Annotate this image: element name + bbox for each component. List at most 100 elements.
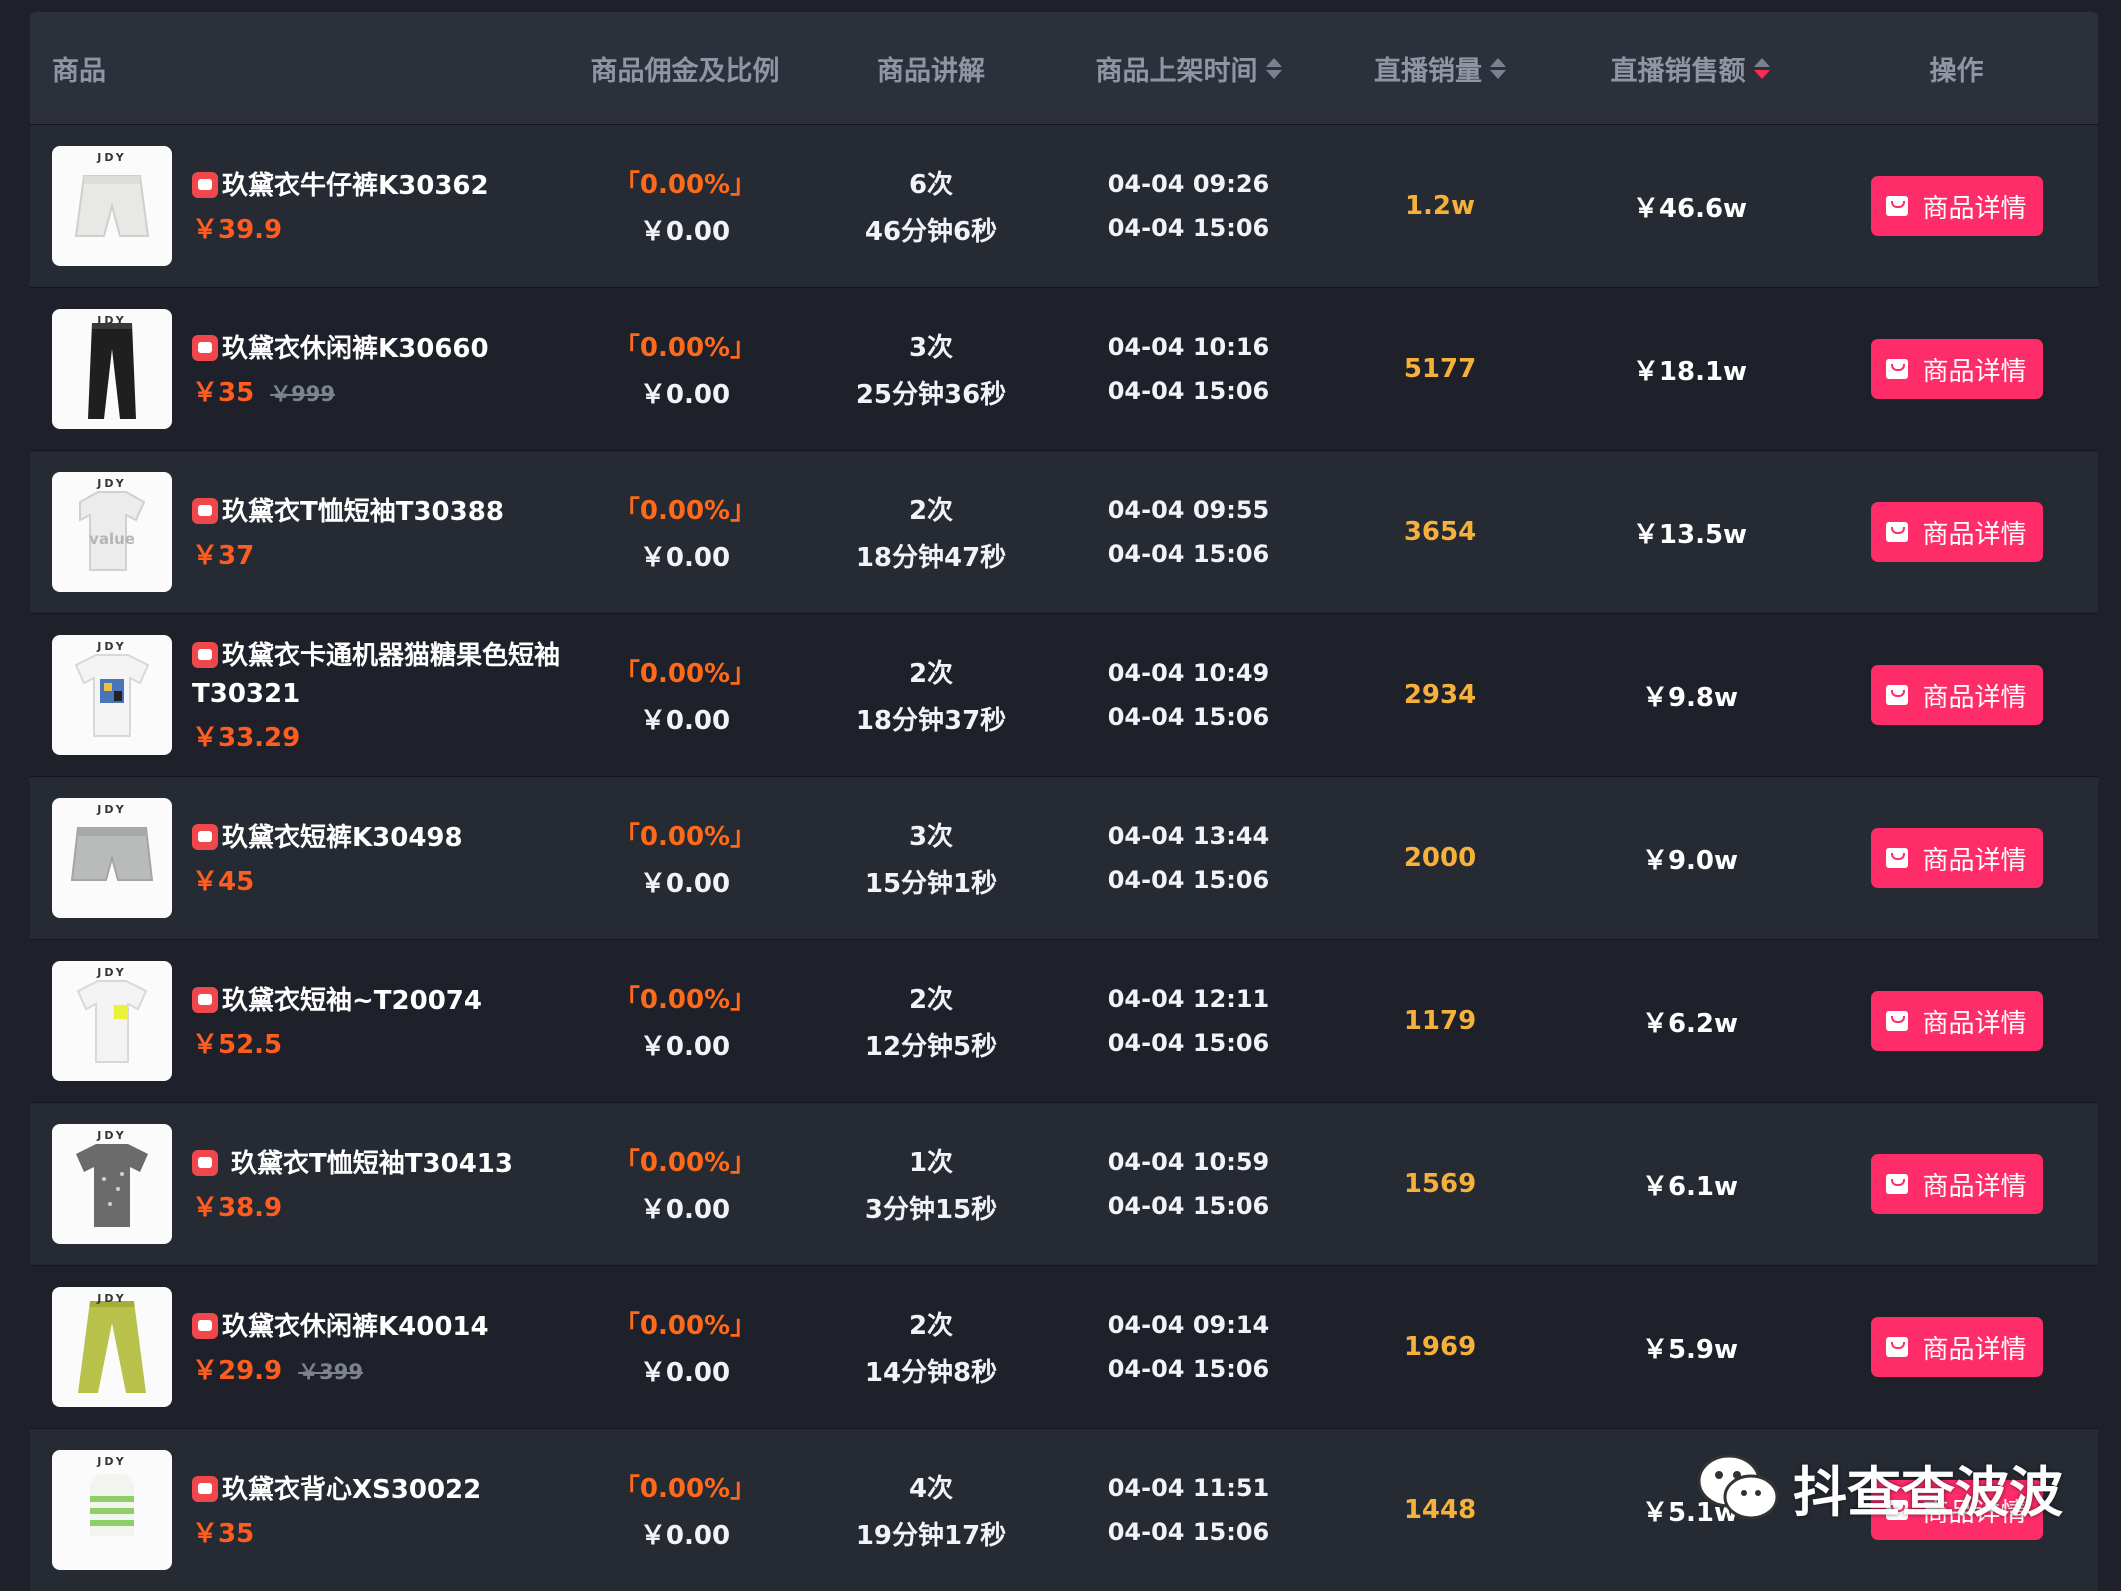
product-name[interactable]: 玖黛衣短裤K30498 (192, 819, 562, 857)
header-live-sales-label: 直播销量 (1374, 55, 1482, 87)
commission-rate: 「0.00%」 (613, 822, 757, 852)
live-amount-value: ￥9.8w (1641, 682, 1739, 713)
sales-cell: 1448 (1315, 1495, 1565, 1525)
commission-rate: 「0.00%」 (613, 333, 757, 363)
explain-duration: 3分钟15秒 (864, 1195, 998, 1225)
product-thumbnail[interactable]: JDY (52, 1287, 172, 1407)
commission-value: ￥0.00 (639, 217, 731, 247)
amount-cell: ￥9.8w (1565, 677, 1815, 714)
header-live-amount[interactable]: 直播销售额 (1565, 49, 1815, 88)
product-detail-button[interactable]: 商品详情 (1870, 991, 2043, 1051)
product-cell: JDY 玖黛衣休闲裤K30660 ￥35 ￥999 (30, 309, 570, 429)
operation-cell: 商品详情 (1815, 991, 2098, 1051)
product-thumbnail[interactable]: value JDY (52, 472, 172, 592)
product-name[interactable]: 玖黛衣牛仔裤K30362 (192, 167, 562, 205)
product-image (78, 1301, 146, 1393)
explain-duration: 18分钟37秒 (855, 706, 1007, 736)
sales-cell: 1179 (1315, 1006, 1565, 1036)
header-explain: 商品讲解 (877, 55, 985, 87)
sort-icon[interactable] (1265, 57, 1282, 79)
product-name[interactable]: 玖黛衣短袖~T20074 (192, 982, 562, 1020)
product-thumbnail[interactable]: JDY (52, 1124, 172, 1244)
product-cell: JDY 玖黛衣牛仔裤K30362 ￥39.9 (30, 146, 570, 266)
product-detail-label: 商品详情 (1922, 1171, 2027, 1202)
listing-start-time: 04-04 09:14 (1107, 1311, 1270, 1339)
explain-cell: 2次 14分钟8秒 (800, 1305, 1062, 1389)
time-cell: 04-04 11:51 04-04 15:06 (1062, 1474, 1315, 1546)
product-detail-button[interactable]: 商品详情 (1870, 828, 2043, 888)
table-row: JDY 玖黛衣短袖~T20074 ￥52.5 「0.00%」 ￥0.00 2次 … (30, 939, 2098, 1102)
product-thumbnail[interactable]: JDY (52, 961, 172, 1081)
product-thumbnail[interactable]: JDY (52, 635, 172, 755)
live-sales-value: 1569 (1403, 1169, 1477, 1199)
explain-cell: 6次 46分钟6秒 (800, 164, 1062, 248)
product-thumbnail[interactable]: JDY (52, 146, 172, 266)
product-detail-button[interactable]: 商品详情 (1870, 665, 2043, 725)
sort-icon[interactable] (1490, 57, 1506, 79)
product-name-text: 玖黛衣牛仔裤K30362 (222, 170, 489, 201)
product-price: ￥52.5 (192, 1029, 283, 1060)
header-product: 商品 (52, 55, 106, 87)
shop-icon (192, 1475, 218, 1502)
live-amount-value: ￥9.0w (1641, 845, 1739, 876)
commission-cell: 「0.00%」 ￥0.00 (570, 1305, 800, 1389)
product-name[interactable]: 玖黛衣T恤短袖T30413 (192, 1145, 562, 1183)
shop-icon (192, 823, 218, 850)
amount-cell: ￥6.2w (1565, 1003, 1815, 1040)
listing-start-time: 04-04 12:11 (1107, 985, 1270, 1013)
product-image (76, 1144, 148, 1227)
product-name[interactable]: 玖黛衣卡通机器猫糖果色短袖T30321 (192, 637, 562, 713)
product-name[interactable]: 玖黛衣休闲裤K40014 (192, 1308, 562, 1346)
amount-cell: ￥6.1w (1565, 1166, 1815, 1203)
product-thumbnail[interactable]: JDY (52, 798, 172, 918)
live-amount-value: ￥6.2w (1641, 1008, 1739, 1039)
live-sales-value: 1969 (1403, 1332, 1477, 1362)
explain-duration: 15分钟1秒 (864, 869, 998, 899)
product-info: 玖黛衣休闲裤K40014 ￥29.9 ￥399 (192, 1308, 562, 1387)
product-name[interactable]: 玖黛衣背心XS30022 (192, 1471, 562, 1509)
product-name-text: 玖黛衣T恤短袖T30388 (222, 496, 504, 527)
commission-rate: 「0.00%」 (613, 496, 757, 526)
product-detail-button[interactable]: 商品详情 (1870, 176, 2043, 236)
time-cell: 04-04 09:14 04-04 15:06 (1062, 1311, 1315, 1383)
product-image (70, 827, 154, 881)
sort-desc-active-icon[interactable] (1753, 57, 1770, 79)
product-name-text: 玖黛衣短裤K30498 (222, 822, 463, 853)
commission-rate: 「0.00%」 (613, 170, 757, 200)
product-detail-label: 商品详情 (1922, 519, 2027, 550)
shop-icon (192, 1312, 218, 1339)
header-live-sales[interactable]: 直播销量 (1315, 49, 1565, 88)
explain-cell: 3次 15分钟1秒 (800, 816, 1062, 900)
product-cell: value JDY 玖黛衣T恤短袖T30388 ￥37 (30, 472, 570, 592)
sales-cell: 1.2w (1315, 191, 1565, 221)
table-row: value JDY 玖黛衣T恤短袖T30388 ￥37 「0.00%」 ￥0.0… (30, 450, 2098, 613)
brand-tag: JDY (97, 1455, 127, 1468)
product-detail-button[interactable]: 商品详情 (1870, 1317, 2043, 1377)
shop-icon (192, 986, 218, 1013)
commission-value: ￥0.00 (639, 1521, 731, 1551)
product-detail-button[interactable]: 商品详情 (1870, 502, 2043, 562)
commission-value: ￥0.00 (639, 1195, 731, 1225)
header-listing-time[interactable]: 商品上架时间 (1062, 49, 1315, 88)
brand-tag: JDY (97, 151, 127, 164)
explain-cell: 2次 12分钟5秒 (800, 979, 1062, 1063)
product-thumbnail[interactable]: JDY (52, 309, 172, 429)
product-price: ￥35 (192, 377, 255, 408)
explain-duration: 14分钟8秒 (864, 1358, 998, 1388)
brand-tag: JDY (97, 314, 127, 327)
product-detail-button[interactable]: 商品详情 (1870, 339, 2043, 399)
live-sales-value: 2934 (1403, 680, 1477, 710)
product-detail-label: 商品详情 (1922, 356, 2027, 387)
explain-count: 1次 (908, 1148, 954, 1178)
table-row: JDY 玖黛衣牛仔裤K30362 ￥39.9 「0.00%」 ￥0.00 6次 … (30, 124, 2098, 287)
table-body: JDY 玖黛衣牛仔裤K30362 ￥39.9 「0.00%」 ￥0.00 6次 … (30, 124, 2098, 1591)
product-name[interactable]: 玖黛衣休闲裤K30660 (192, 330, 562, 368)
explain-cell: 4次 19分钟17秒 (800, 1468, 1062, 1552)
product-detail-button[interactable]: 商品详情 (1870, 1154, 2043, 1214)
product-detail-label: 商品详情 (1922, 1008, 2027, 1039)
explain-duration: 46分钟6秒 (864, 217, 998, 247)
operation-cell: 商品详情 (1815, 176, 2098, 236)
product-name[interactable]: 玖黛衣T恤短袖T30388 (192, 493, 562, 531)
brand-tag: JDY (97, 1129, 127, 1142)
product-thumbnail[interactable]: JDY (52, 1450, 172, 1570)
